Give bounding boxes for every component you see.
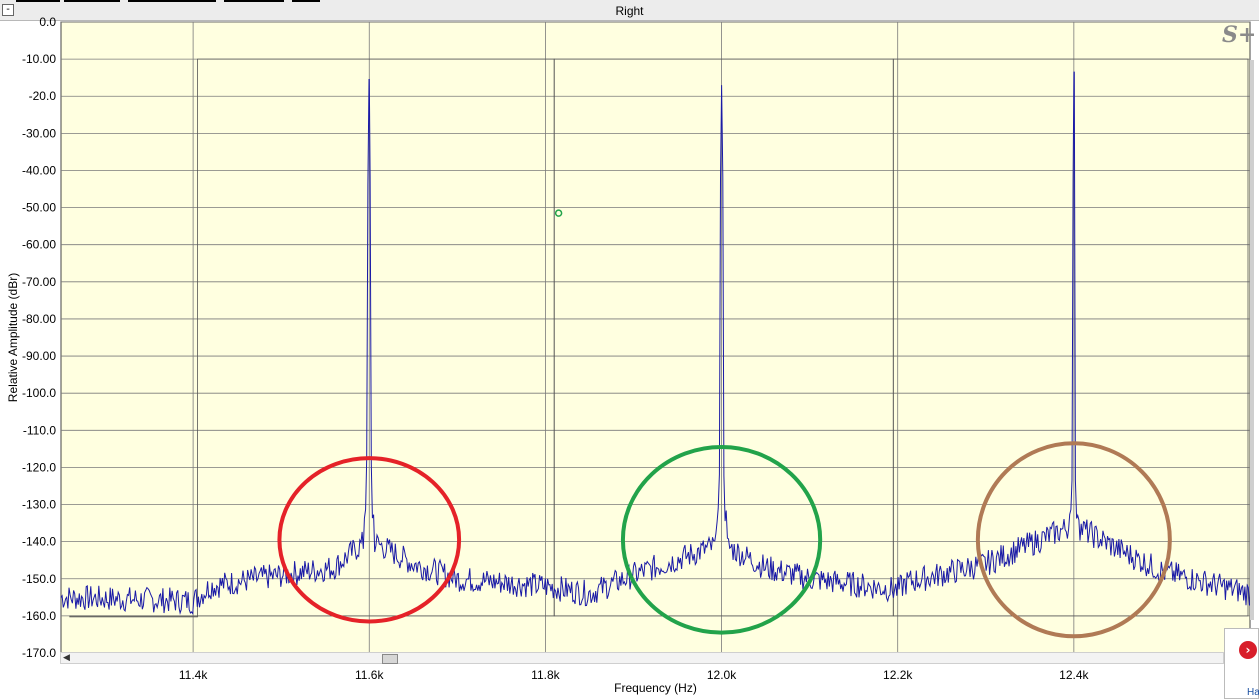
x-tick-label: 12.0k	[707, 668, 737, 682]
x-tick-label: 11.4k	[179, 668, 208, 682]
y-tick-label: -100.0	[22, 386, 56, 400]
y-axis-label: Relative Amplitude (dBr)	[6, 273, 20, 402]
y-tick-label: -50.00	[22, 201, 56, 215]
x-axis-ticks: 11.4k 11.6k 11.8k 12.0k 12.2k 12.4k	[179, 668, 1090, 682]
corner-logo: › Ha	[1224, 628, 1259, 699]
arrow-logo-icon: ›	[1239, 641, 1257, 659]
y-tick-label: 0.0	[39, 15, 56, 29]
y-tick-label: -170.0	[22, 646, 56, 660]
y-tick-label: -20.0	[29, 89, 57, 103]
scroll-left-arrow-icon[interactable]: ◀	[63, 653, 70, 664]
y-tick-label: -80.00	[22, 312, 56, 326]
vertical-scroll-thumb[interactable]	[1250, 60, 1254, 620]
y-tick-label: -110.0	[23, 423, 56, 437]
x-tick-label: 12.2k	[883, 668, 913, 682]
horizontal-scrollbar[interactable]: ◀	[60, 652, 1224, 664]
y-tick-label: -30.00	[22, 126, 56, 140]
y-tick-label: -40.00	[22, 163, 56, 177]
spectrum-chart[interactable]: 0.0 -10.00 -20.0 -30.00 -40.00 -50.00 -60.00 -7…	[0, 0, 1259, 699]
x-axis-label: Frequency (Hz)	[614, 681, 697, 695]
y-tick-label: -150.0	[22, 572, 56, 586]
corner-logo-text: Ha	[1247, 687, 1259, 698]
y-tick-label: -60.00	[22, 238, 56, 252]
horizontal-scroll-thumb[interactable]	[382, 654, 398, 664]
y-tick-label: -70.00	[22, 275, 56, 289]
x-tick-label: 11.8k	[531, 668, 560, 682]
y-tick-label: -120.0	[22, 460, 56, 474]
y-tick-label: -10.00	[22, 52, 56, 66]
y-tick-label: -130.0	[22, 498, 56, 512]
x-tick-label: 12.4k	[1059, 668, 1089, 682]
vertical-scrollbar[interactable]	[1249, 24, 1257, 620]
plot-area	[60, 21, 1251, 654]
y-tick-label: -90.00	[22, 349, 56, 363]
y-tick-label: -140.0	[22, 535, 56, 549]
y-tick-label: -160.0	[22, 609, 56, 623]
y-axis-ticks: 0.0 -10.00 -20.0 -30.00 -40.00 -50.00 -60.00 -7…	[22, 15, 56, 660]
x-tick-label: 11.6k	[355, 668, 384, 682]
